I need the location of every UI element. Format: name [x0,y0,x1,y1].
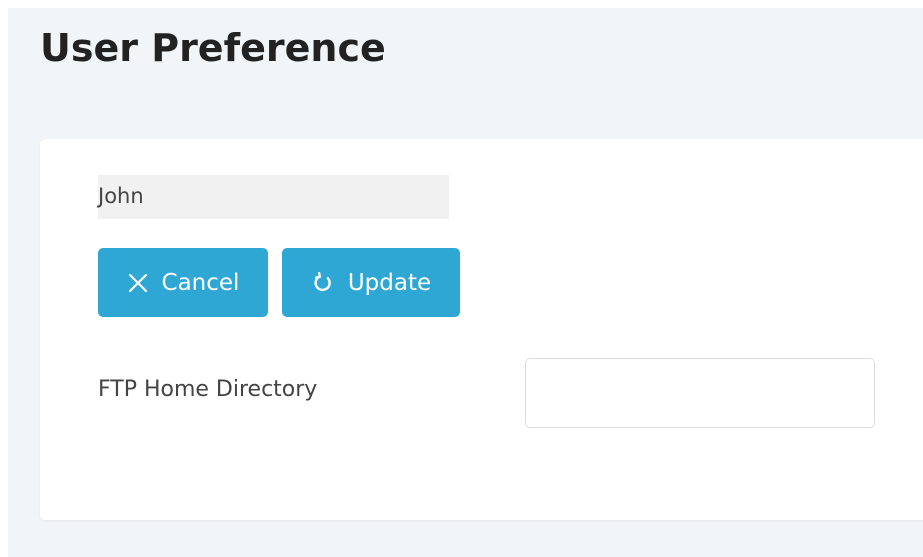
ftp-home-directory-label: FTP Home Directory [98,377,318,402]
page-background: User Preference John Cancel Update FTP H… [8,8,923,557]
preference-card: John Cancel Update FTP Home Directory [40,139,923,520]
update-button[interactable]: Update [282,248,460,317]
page-title: User Preference [40,26,386,70]
close-icon [127,272,149,294]
ftp-home-directory-input[interactable] [525,358,875,428]
cancel-button[interactable]: Cancel [98,248,268,317]
update-button-label: Update [347,269,432,296]
username-display: John [98,175,449,219]
refresh-icon [311,271,335,295]
cancel-button-label: Cancel [161,269,240,296]
